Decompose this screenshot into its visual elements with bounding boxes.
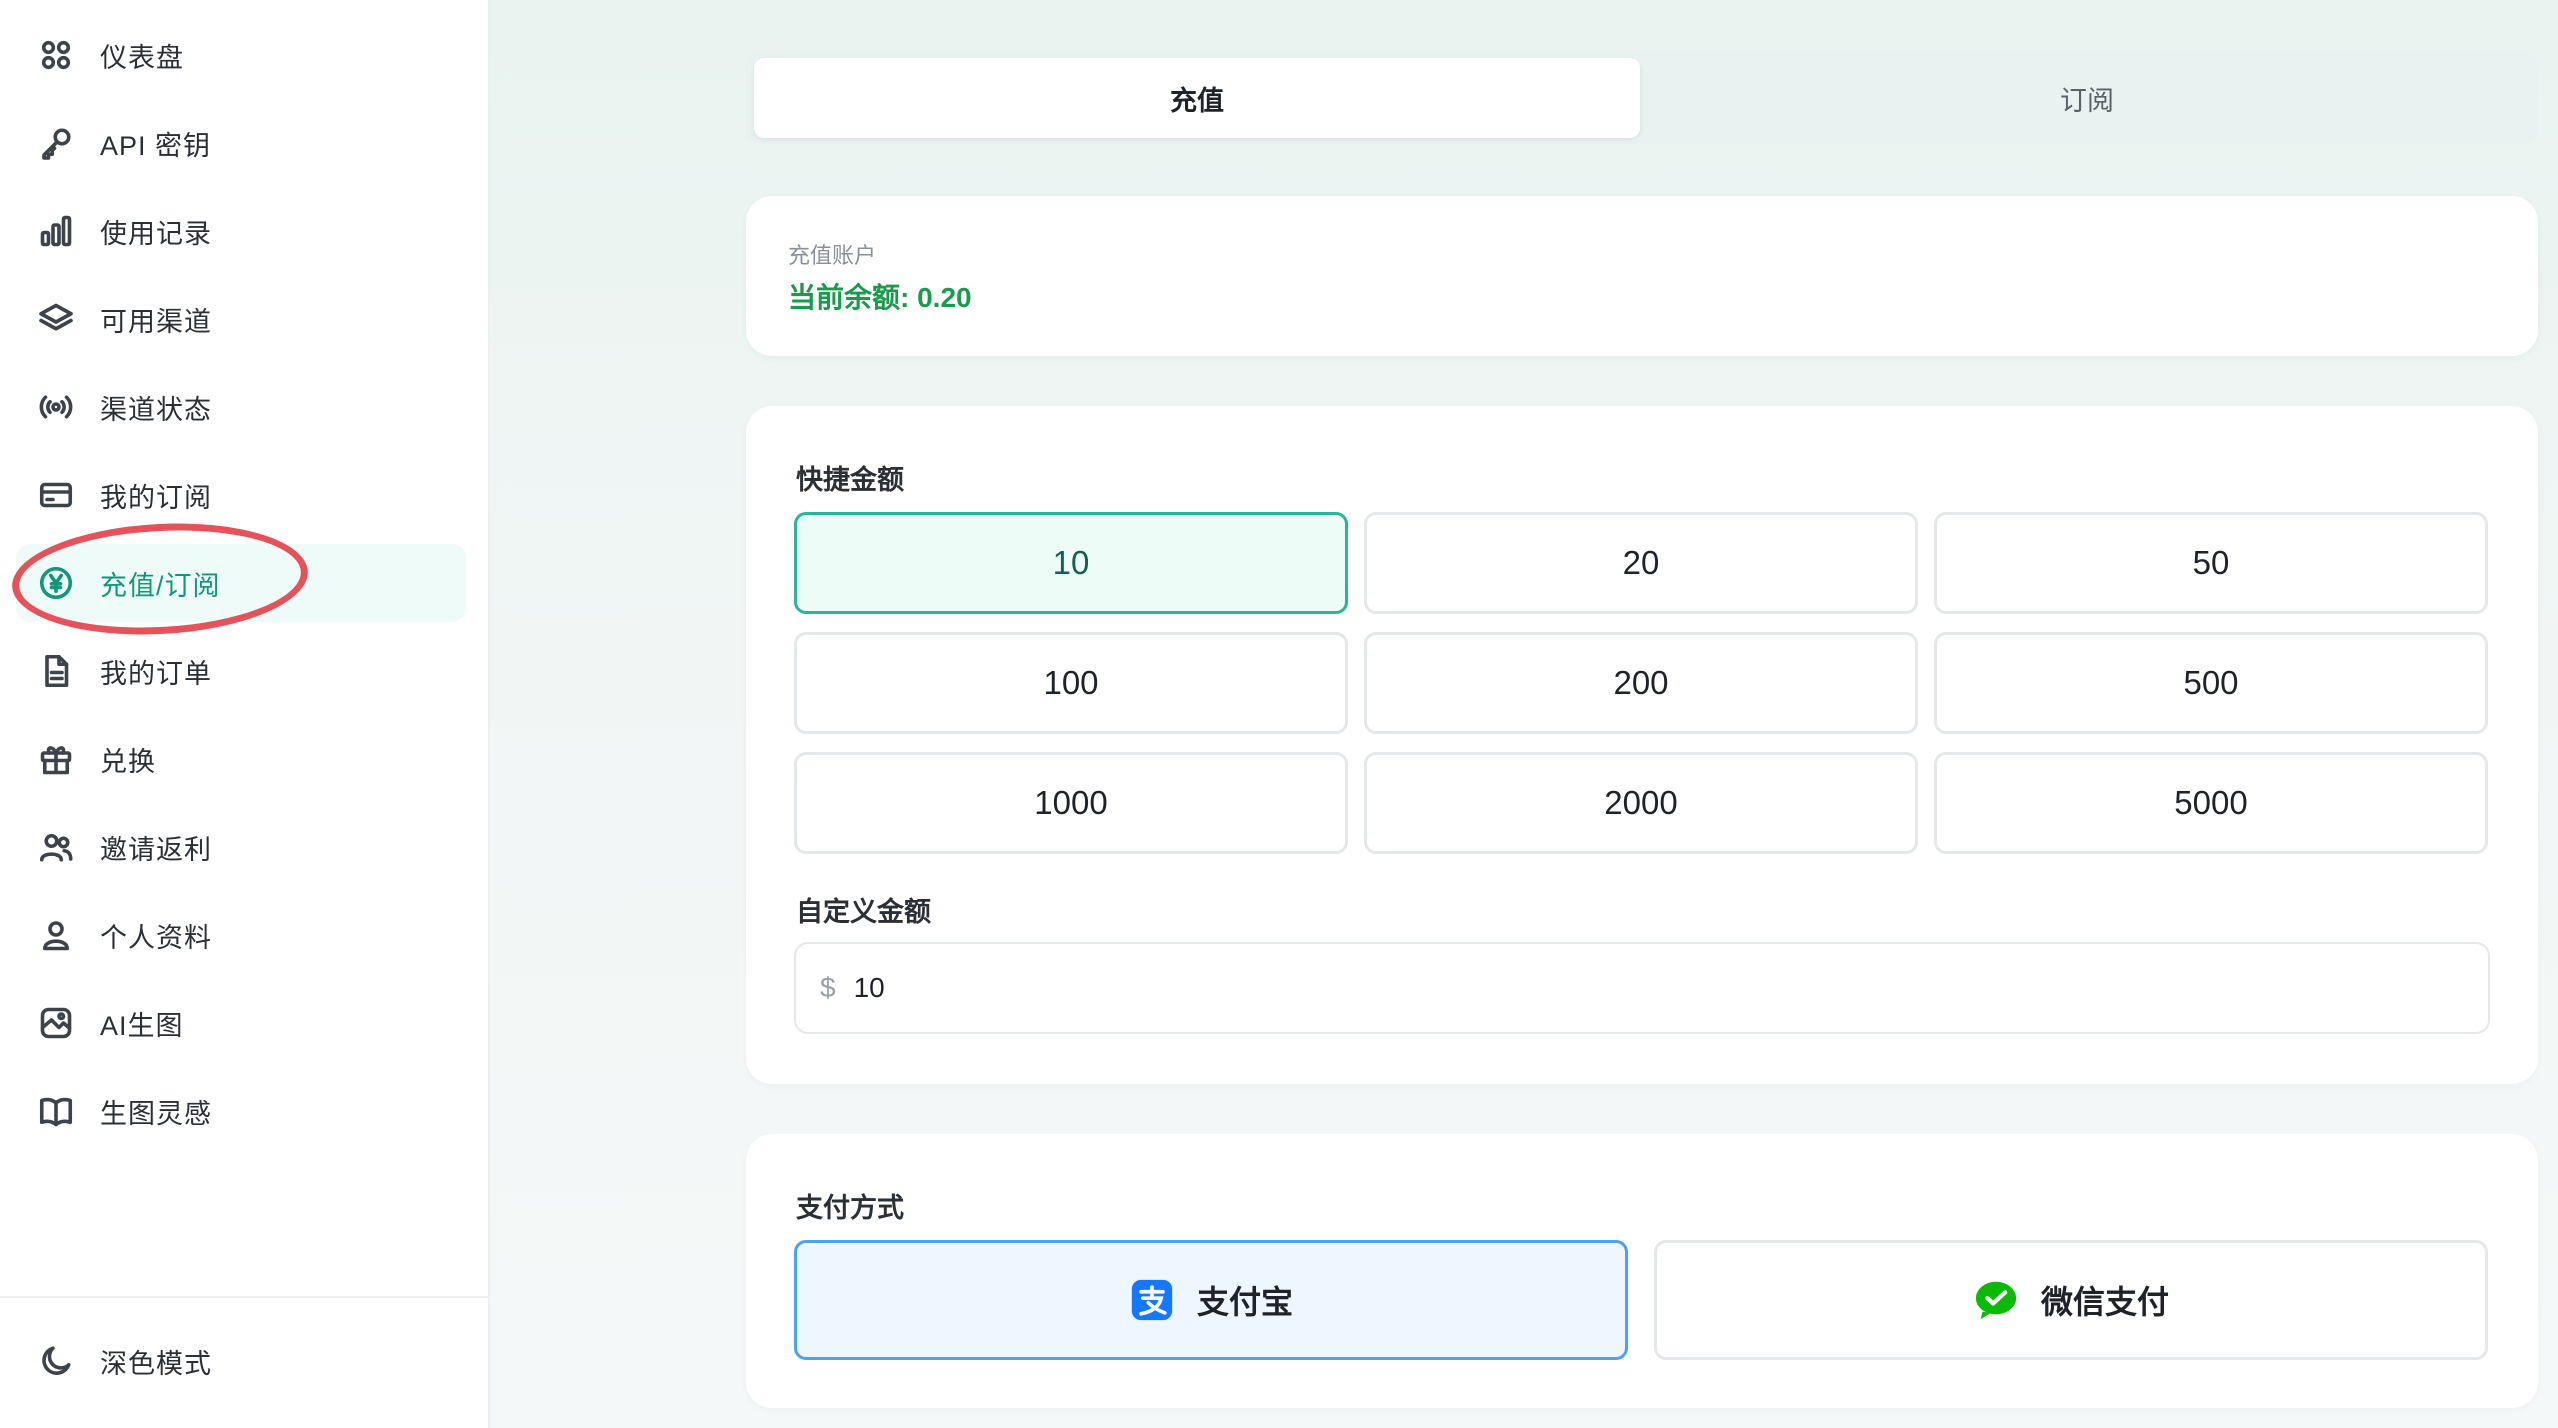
dashboard-icon — [36, 35, 76, 75]
sidebar-item-label: API 密钥 — [100, 130, 212, 161]
amount-option[interactable]: 10 — [794, 512, 1348, 614]
sidebar-item-label: 可用渠道 — [100, 306, 212, 337]
sidebar-item-my-orders[interactable]: 我的订单 — [16, 632, 466, 710]
tab-topup[interactable]: 充值 — [754, 58, 1640, 138]
amount-option[interactable]: 200 — [1364, 632, 1918, 734]
sidebar-item-label: 我的订阅 — [100, 482, 212, 513]
custom-amount-input[interactable] — [853, 972, 2354, 1004]
book-icon — [36, 1091, 76, 1131]
sidebar-item-label: 充值/订阅 — [100, 570, 221, 601]
currency-prefix: $ — [820, 972, 836, 1003]
sidebar-item-label: 兑换 — [100, 746, 156, 777]
moon-icon — [36, 1341, 76, 1381]
quick-amount-label: 快捷金额 — [796, 465, 904, 495]
amount-card: 快捷金额 10 20 50 100 200 500 1000 2000 5000… — [746, 406, 2538, 1084]
sidebar-item-label: 我的订单 — [100, 658, 212, 689]
wechat-pay-label: 微信支付 — [2040, 1284, 2169, 1320]
amount-option[interactable]: 2000 — [1364, 752, 1918, 854]
sidebar-item-label: AI生图 — [100, 1010, 184, 1041]
credit-card-icon — [36, 475, 76, 515]
wechat-pay-icon — [1973, 1277, 2019, 1323]
gift-icon — [36, 739, 76, 779]
yen-coin-icon — [36, 563, 76, 603]
sidebar-item-channels[interactable]: 可用渠道 — [16, 280, 466, 358]
sidebar-item-my-subscription[interactable]: 我的订阅 — [16, 456, 466, 534]
account-card: 充值账户 当前余额: 0.20 — [746, 196, 2538, 356]
sidebar-item-label: 渠道状态 — [100, 394, 212, 425]
topup-tabs: 充值 订阅 — [746, 52, 2538, 144]
amount-option[interactable]: 100 — [794, 632, 1348, 734]
payment-card: 支付方式 支付宝 微信支付 — [746, 1134, 2538, 1408]
sidebar-item-label: 仪表盘 — [100, 42, 184, 73]
sidebar-item-redeem[interactable]: 兑换 — [16, 720, 466, 798]
dark-mode-label: 深色模式 — [100, 1348, 212, 1379]
sidebar-item-channel-status[interactable]: 渠道状态 — [16, 368, 466, 446]
sidebar-item-api-keys[interactable]: API 密钥 — [16, 104, 466, 182]
sidebar-item-referral[interactable]: 邀请返利 — [16, 808, 466, 886]
user-icon — [36, 915, 76, 955]
sidebar-item-profile[interactable]: 个人资料 — [16, 896, 466, 974]
sidebar-item-label: 使用记录 — [100, 218, 212, 249]
amount-option[interactable]: 50 — [1934, 512, 2488, 614]
sidebar-item-usage[interactable]: 使用记录 — [16, 192, 466, 270]
sidebar-item-inspiration[interactable]: 生图灵感 — [16, 1072, 466, 1150]
tab-subscription[interactable]: 订阅 — [1644, 58, 2530, 138]
amount-option[interactable]: 20 — [1364, 512, 1918, 614]
alipay-label: 支付宝 — [1196, 1284, 1293, 1320]
sidebar: 仪表盘 API 密钥 使用记录 可用渠道 渠道状态 我的订阅 充值/订阅 我的订… — [0, 0, 490, 1428]
custom-amount-label: 自定义金额 — [796, 897, 931, 927]
layers-icon — [36, 299, 76, 339]
sidebar-item-label: 邀请返利 — [100, 834, 212, 865]
alipay-button[interactable]: 支付宝 — [794, 1240, 1628, 1360]
amount-option[interactable]: 1000 — [794, 752, 1348, 854]
sidebar-divider — [0, 1296, 490, 1298]
alipay-icon — [1129, 1277, 1175, 1323]
image-gen-icon — [36, 1003, 76, 1043]
custom-amount-field[interactable]: $ — [794, 942, 2490, 1034]
sidebar-item-dashboard[interactable]: 仪表盘 — [16, 16, 466, 94]
account-label: 充值账户 — [788, 243, 877, 268]
sidebar-item-topup[interactable]: 充值/订阅 — [16, 544, 466, 622]
users-icon — [36, 827, 76, 867]
key-icon — [36, 123, 76, 163]
broadcast-icon — [36, 387, 76, 427]
sidebar-item-ai-image[interactable]: AI生图 — [16, 984, 466, 1062]
bar-chart-icon — [36, 211, 76, 251]
sidebar-item-label: 生图灵感 — [100, 1098, 212, 1129]
dark-mode-toggle[interactable]: 深色模式 — [16, 1322, 466, 1400]
payment-method-label: 支付方式 — [796, 1193, 904, 1223]
amount-option[interactable]: 5000 — [1934, 752, 2488, 854]
wechat-pay-button[interactable]: 微信支付 — [1654, 1240, 2488, 1360]
amount-option[interactable]: 500 — [1934, 632, 2488, 734]
sidebar-item-label: 个人资料 — [100, 922, 212, 953]
document-icon — [36, 651, 76, 691]
current-balance: 当前余额: 0.20 — [788, 282, 972, 313]
